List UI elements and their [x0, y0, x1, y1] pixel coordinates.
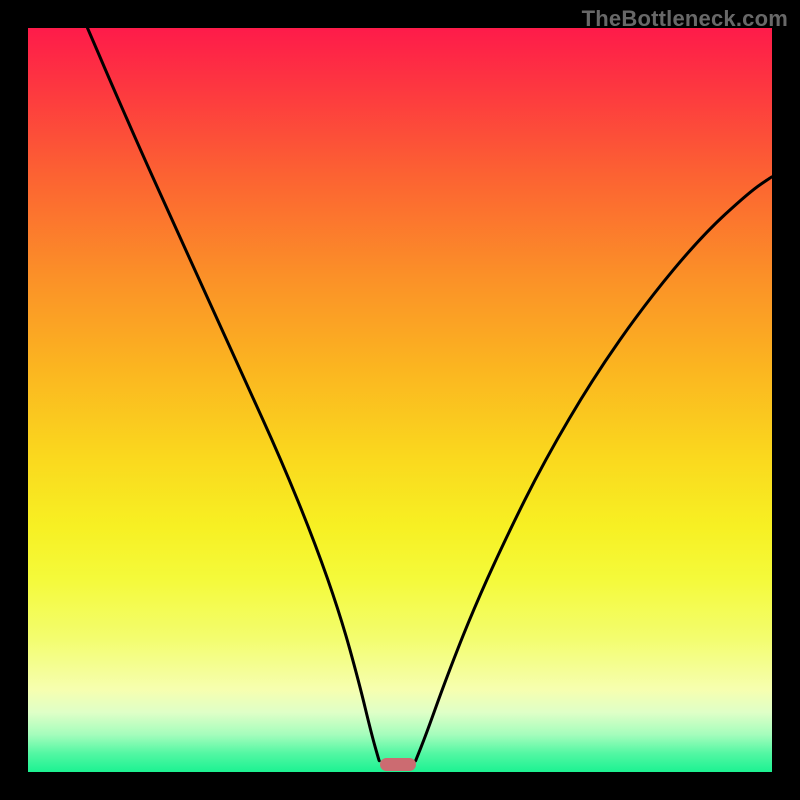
plot-area — [28, 28, 772, 772]
bottleneck-curve — [28, 28, 772, 772]
curve-right-branch — [416, 177, 772, 761]
minimum-marker — [380, 758, 416, 771]
chart-frame: TheBottleneck.com — [0, 0, 800, 800]
curve-left-branch — [88, 28, 380, 761]
watermark-text: TheBottleneck.com — [582, 6, 788, 32]
